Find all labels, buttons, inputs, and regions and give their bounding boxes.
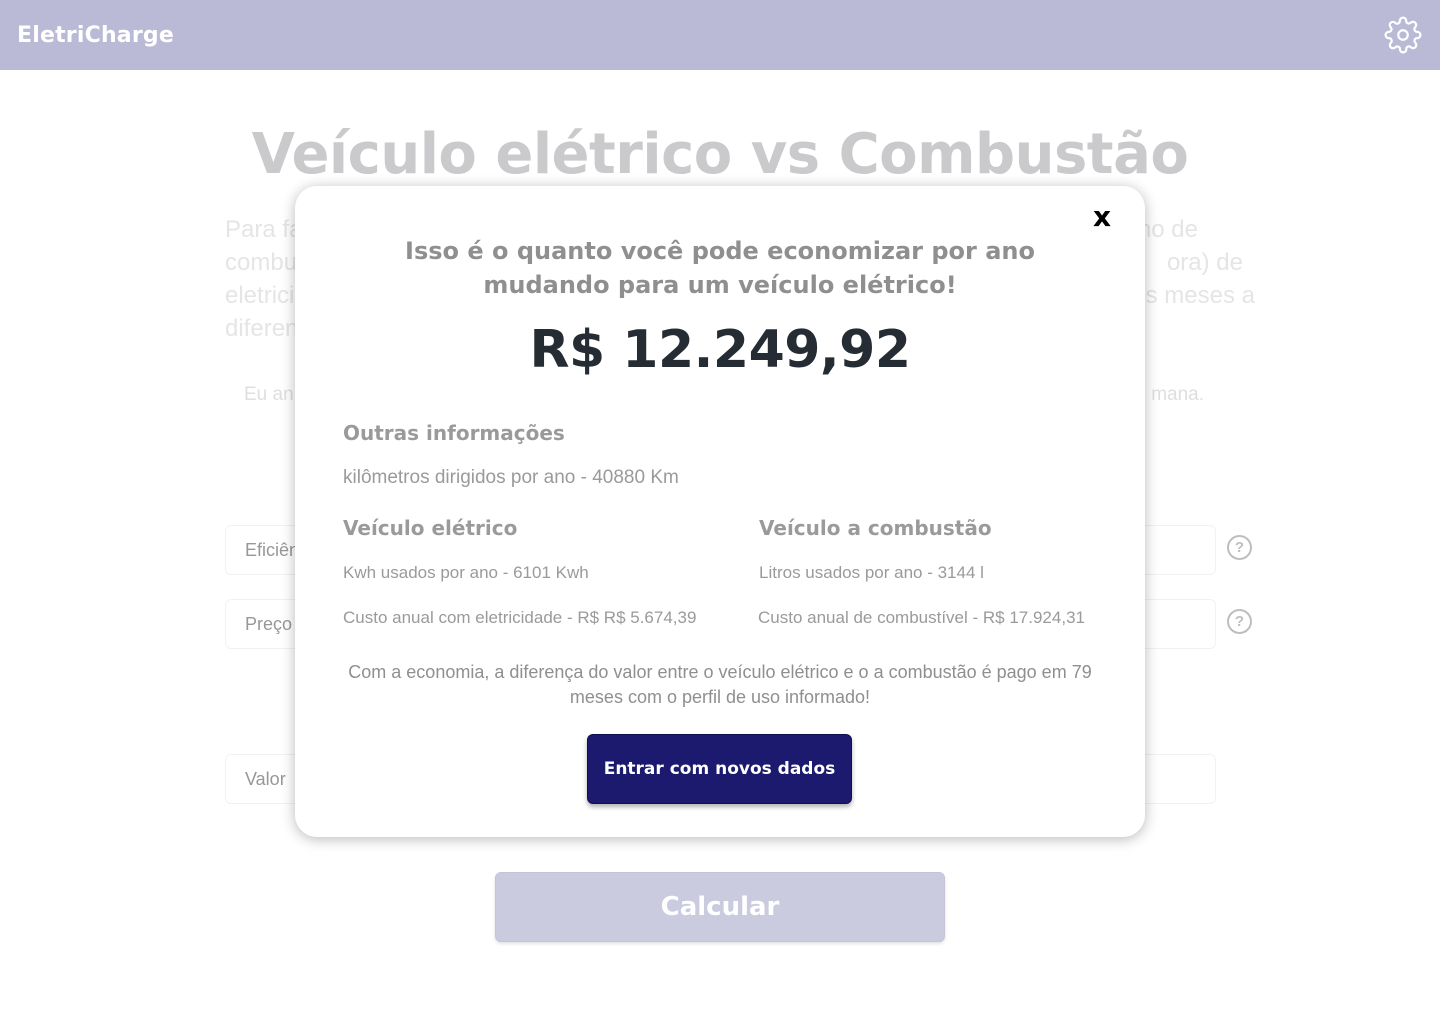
km-per-year: kilômetros dirigidos por ano - 40880 Km [343, 467, 679, 488]
combustion-vehicle-title: Veículo a combustão [759, 516, 992, 540]
app-header: EletriCharge [0, 0, 1440, 70]
close-icon[interactable]: x [1093, 202, 1111, 232]
combustion-annual-cost: Custo anual de combustível - R$ 17.924,3… [758, 608, 1085, 627]
payback-message: Com a economia, a diferença do valor ent… [348, 662, 1092, 707]
other-info-title: Outras informações [343, 421, 565, 445]
savings-modal: x Isso é o quanto você pode economizar p… [295, 186, 1145, 837]
electric-kwh-usage: Kwh usados por ano - 6101 Kwh [343, 563, 589, 582]
electric-vehicle-title: Veículo elétrico [343, 516, 518, 540]
annual-savings-value: R$ 12.249,92 [529, 320, 911, 380]
gear-icon[interactable] [1383, 15, 1423, 55]
brand-logo[interactable]: EletriCharge [17, 23, 174, 48]
combustion-liters-usage: Litros usados por ano - 3144 l [759, 563, 984, 582]
electric-annual-cost: Custo anual com eletricidade - R$ R$ 5.6… [343, 608, 697, 627]
new-data-button[interactable]: Entrar com novos dados [587, 734, 852, 804]
modal-heading: Isso é o quanto você pode economizar por… [405, 237, 1035, 299]
